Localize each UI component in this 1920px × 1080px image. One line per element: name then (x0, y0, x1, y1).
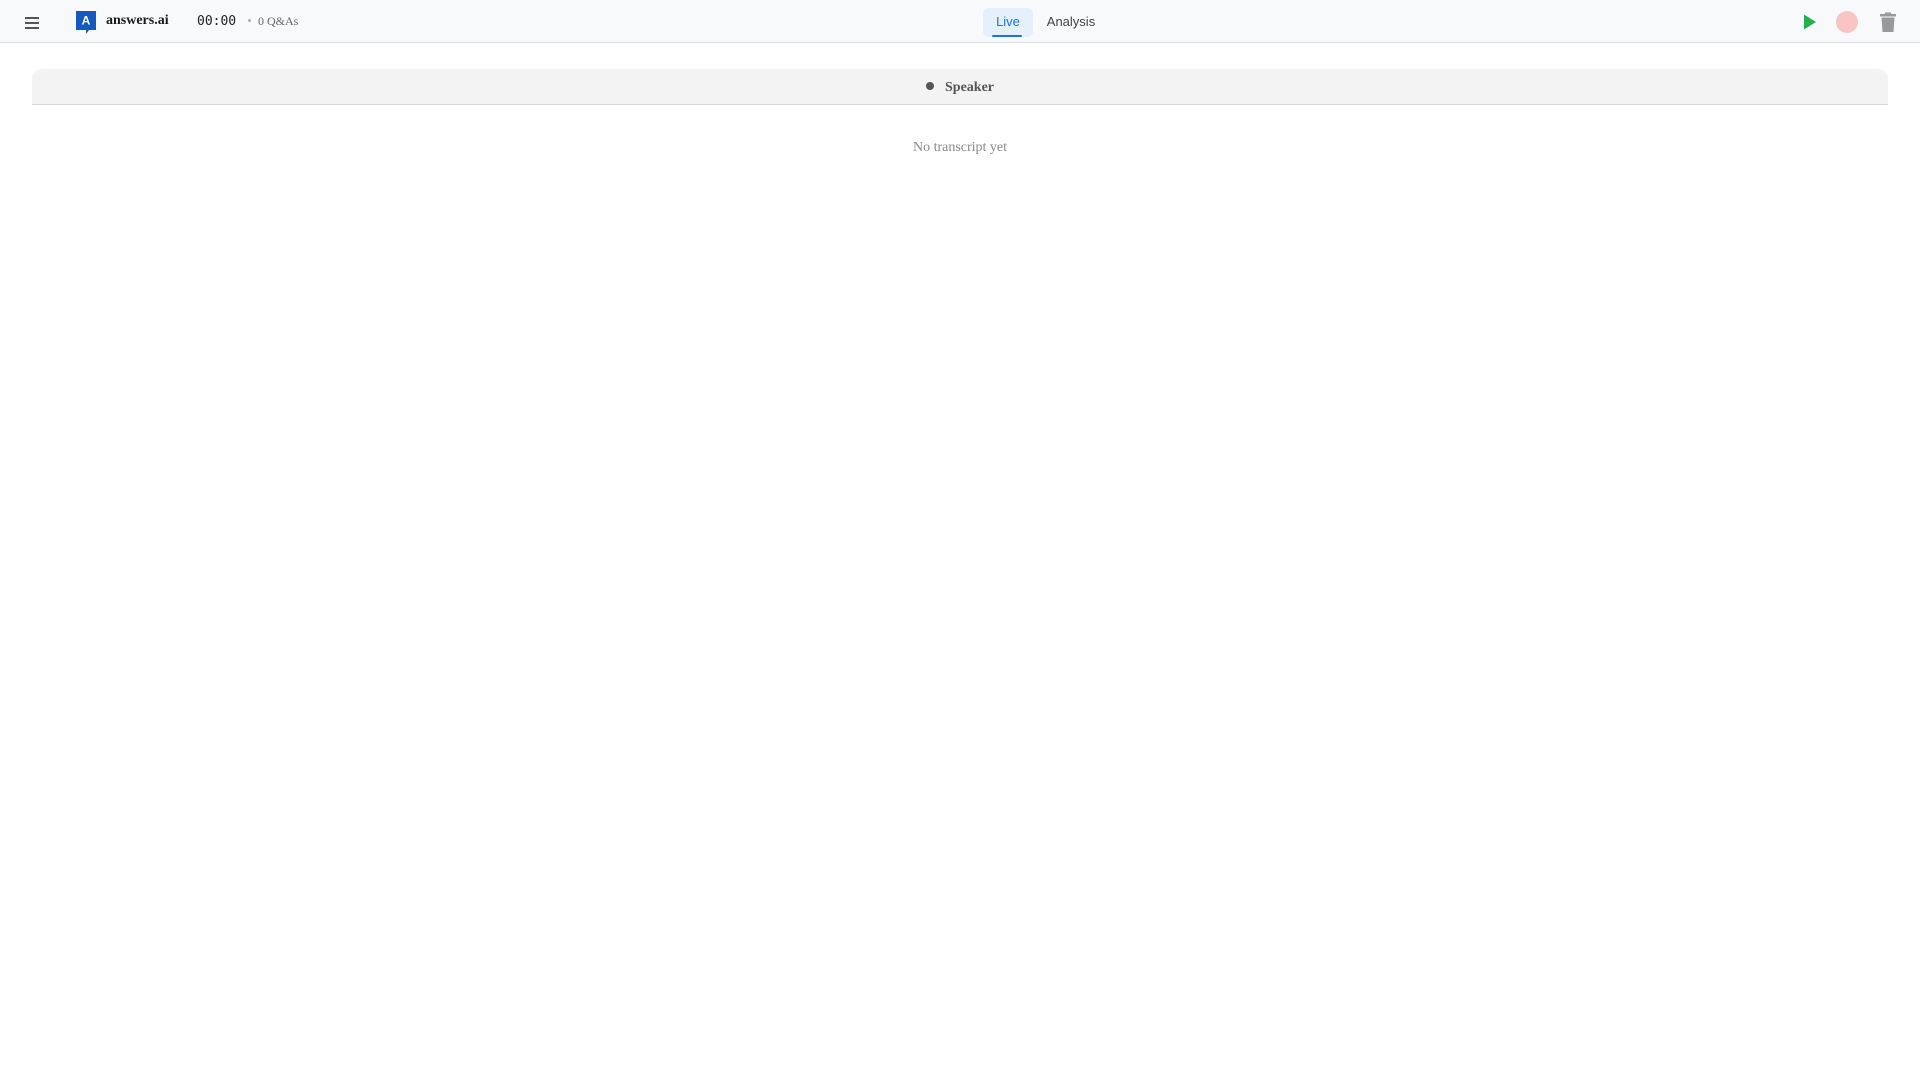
session-timer: 00:00 (197, 14, 237, 29)
play-icon[interactable] (1799, 12, 1819, 32)
tab-live-indicator (992, 35, 1022, 37)
hamburger-menu-icon[interactable] (22, 13, 42, 31)
brand-name: answers.ai (106, 13, 169, 28)
speaker-panel: Speaker (32, 69, 1888, 105)
tab-analysis[interactable]: Analysis (1040, 8, 1102, 37)
empty-transcript-message: No transcript yet (912, 140, 1008, 155)
speaker-header: Speaker (32, 69, 1888, 104)
speaker-label: Speaker (945, 79, 994, 95)
logo-letter: A (82, 14, 91, 28)
top-bar: A answers.ai 00:00 0 Q&As Live Analysis (0, 0, 1920, 43)
qa-count: 0 Q&As (258, 14, 299, 28)
separator-dot (248, 19, 251, 22)
tab-live[interactable]: Live (983, 8, 1033, 37)
trash-icon[interactable] (1877, 11, 1899, 33)
tab-analysis-label: Analysis (1046, 14, 1096, 29)
speaker-status-dot (926, 82, 934, 91)
record-icon[interactable] (1836, 11, 1858, 33)
tab-live-label: Live (996, 14, 1020, 29)
app-logo-icon: A (76, 11, 96, 34)
